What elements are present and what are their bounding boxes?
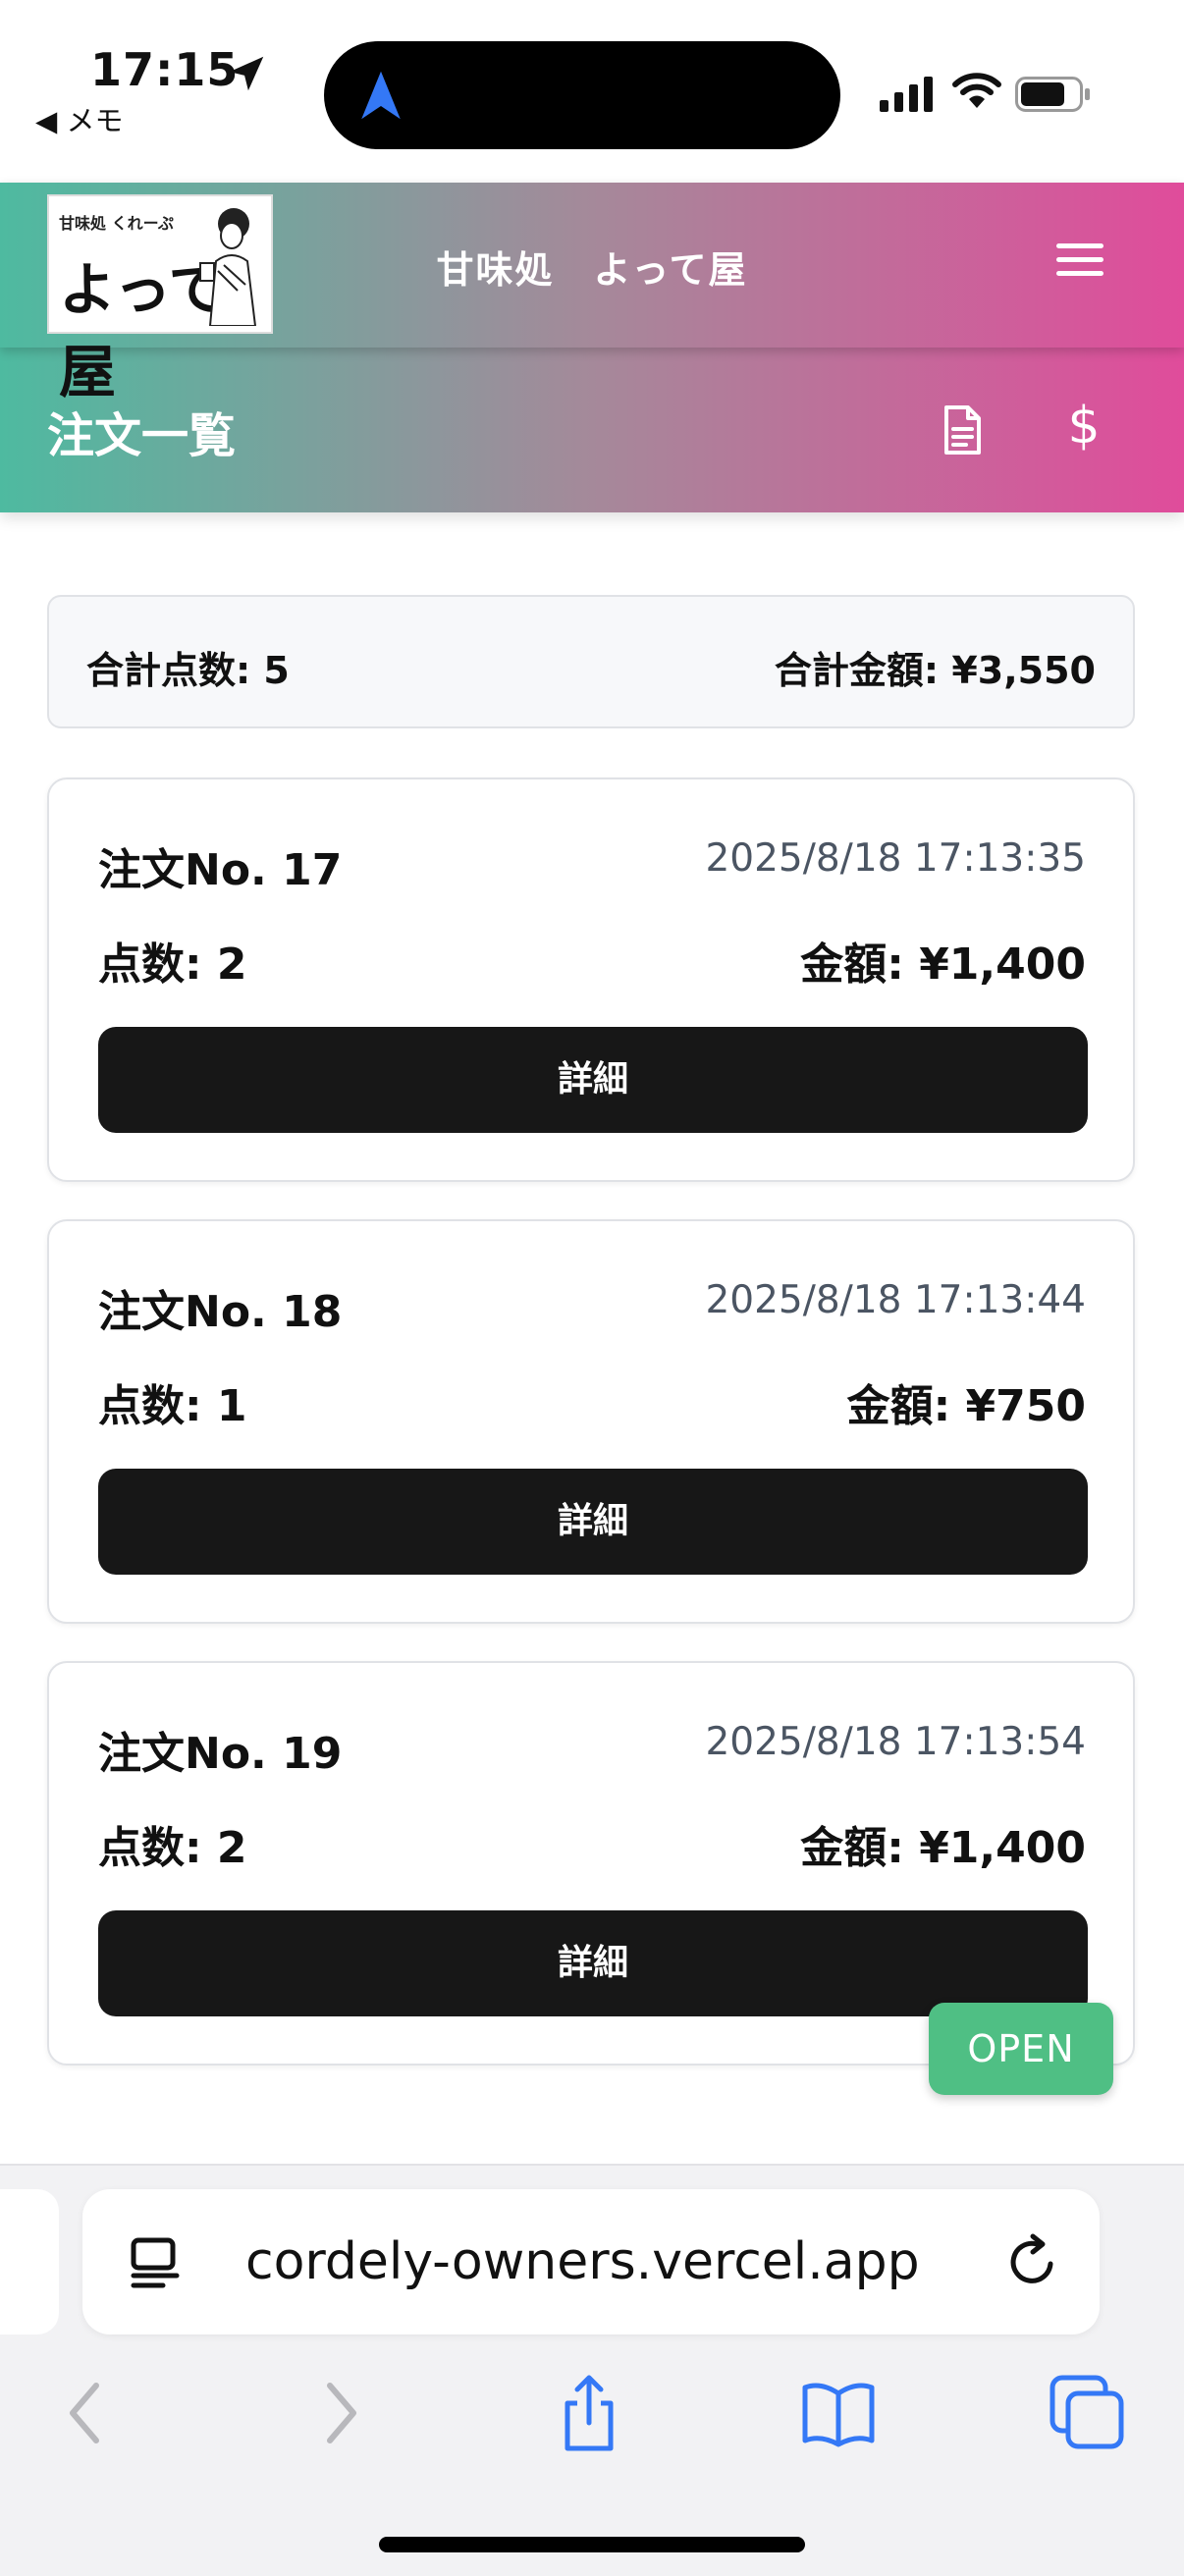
total-items: 合計点数: 5 [86, 649, 290, 692]
battery-icon [1015, 77, 1090, 112]
home-indicator [379, 2537, 805, 2552]
order-card: 注文No. 17 2025/8/18 17:13:35 点数: 2 金額: ¥1… [47, 778, 1135, 1182]
order-number: 注文No. 19 [98, 1729, 343, 1779]
dollar-icon[interactable]: $ [1062, 397, 1105, 456]
previous-tab-preview[interactable] [0, 2189, 59, 2334]
forward-chevron-icon[interactable] [302, 2374, 381, 2452]
url-text: cordely-owners.vercel.app [245, 2232, 920, 2291]
reload-icon[interactable] [1003, 2232, 1062, 2291]
order-datetime: 2025/8/18 17:13:35 [705, 836, 1086, 881]
app-title: 甘味処 よって屋 [436, 248, 748, 292]
navigation-icon [361, 71, 401, 120]
hamburger-menu-icon[interactable] [1056, 243, 1103, 287]
wifi-icon [952, 73, 1001, 108]
document-icon[interactable] [942, 404, 982, 456]
order-number: 注文No. 17 [98, 845, 343, 895]
status-bar: 17:15 ◀ メモ [0, 0, 1184, 183]
order-quantity: 点数: 2 [98, 939, 247, 990]
back-chevron-icon[interactable] [45, 2374, 124, 2452]
order-amount: 金額: ¥1,400 [800, 1823, 1086, 1873]
total-amount: 合計金額: ¥3,550 [774, 649, 1096, 692]
order-datetime: 2025/8/18 17:13:54 [705, 1720, 1086, 1764]
order-summary: 合計点数: 5 合計金額: ¥3,550 [47, 595, 1135, 728]
open-status-button[interactable]: OPEN [929, 2003, 1113, 2095]
page-menu-icon[interactable] [128, 2236, 183, 2291]
order-amount: 金額: ¥750 [846, 1381, 1086, 1431]
cellular-signal-icon [880, 77, 933, 112]
dynamic-island [324, 41, 840, 149]
detail-button[interactable]: 詳細 [98, 1027, 1088, 1133]
back-to-app-link[interactable]: ◀ メモ [35, 98, 124, 139]
logo-mark-text: 甘味処 くれーぷ [59, 214, 174, 233]
bookmarks-icon[interactable] [799, 2374, 878, 2452]
app-header: 甘味処 くれーぷ よって屋 甘味処 よって屋 [0, 183, 1184, 405]
safari-nav-toolbar [0, 2358, 1184, 2468]
tabs-icon[interactable] [1049, 2374, 1127, 2452]
order-number: 注文No. 18 [98, 1287, 343, 1337]
order-card: 注文No. 18 2025/8/18 17:13:44 点数: 1 金額: ¥7… [47, 1219, 1135, 1624]
address-bar[interactable]: cordely-owners.vercel.app [82, 2189, 1100, 2334]
browser-toolbar: cordely-owners.vercel.app [0, 2164, 1184, 2576]
order-quantity: 点数: 1 [98, 1381, 247, 1431]
order-quantity: 点数: 2 [98, 1823, 247, 1873]
share-icon[interactable] [550, 2374, 628, 2452]
location-arrow-icon [229, 56, 264, 91]
status-time: 17:15 [90, 43, 240, 96]
detail-button[interactable]: 詳細 [98, 1910, 1088, 2016]
order-amount: 金額: ¥1,400 [800, 939, 1086, 990]
order-datetime: 2025/8/18 17:13:44 [705, 1278, 1086, 1322]
detail-button[interactable]: 詳細 [98, 1469, 1088, 1575]
